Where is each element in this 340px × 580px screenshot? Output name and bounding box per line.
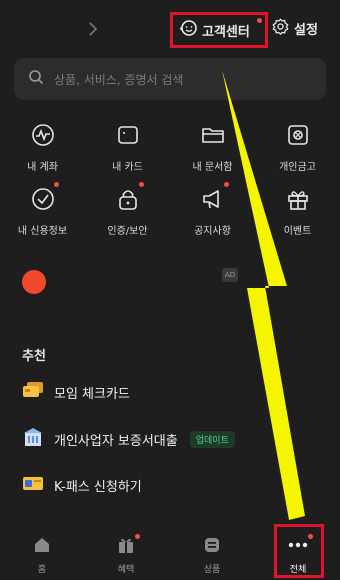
nav-home[interactable]: 홈: [12, 536, 72, 575]
recommend-item-kpass[interactable]: K-패스 신청하기: [22, 474, 142, 496]
kpass-card-icon: [22, 474, 44, 496]
menu-label: 내 계좌: [27, 162, 58, 173]
menu-label: 개인금고: [279, 162, 316, 173]
chevron-right-icon[interactable]: [86, 18, 100, 40]
menu-label: 내 카드: [112, 162, 143, 173]
app-screen: 고객센터 설정 상품, 서비스, 증명서 검색 내 계좌 내 카드 내 문서함 …: [0, 0, 340, 580]
recommend-label: K-패스 신청하기: [54, 479, 142, 495]
settings-button[interactable]: 설정: [272, 18, 318, 39]
menu-label: 인증/보안: [107, 226, 148, 237]
nav-label: 상품: [203, 565, 221, 575]
menu-label: 내 신용정보: [17, 226, 68, 237]
search-placeholder: 상품, 서비스, 증명서 검색: [54, 72, 184, 87]
nav-products[interactable]: 상품: [182, 536, 242, 575]
gift-icon: [285, 186, 311, 212]
ad-badge: AD: [222, 268, 238, 282]
settings-label: 설정: [294, 23, 318, 38]
highlight-box-all-menu: [274, 524, 324, 578]
menu-label: 공지사항: [194, 226, 231, 237]
menu-item-auth-security[interactable]: 인증/보안: [85, 182, 170, 246]
menu-item-credit-info[interactable]: 내 신용정보: [0, 182, 85, 246]
recommend-item-group-card[interactable]: 모임 체크카드: [22, 381, 130, 403]
megaphone-icon: [200, 182, 229, 212]
recommend-label: 개인사업자 보증서대출: [54, 433, 178, 449]
home-icon: [33, 536, 51, 558]
nav-benefits[interactable]: 혜택: [96, 534, 156, 575]
menu-item-my-card[interactable]: 내 카드: [85, 122, 170, 182]
menu-label: 이벤트: [283, 226, 312, 237]
folder-icon: [200, 122, 226, 148]
products-icon: [203, 536, 221, 558]
menu-item-notices[interactable]: 공지사항: [170, 182, 255, 246]
notification-dot: [135, 534, 140, 539]
recommend-item-business-loan[interactable]: 개인사업자 보증서대출 업데이트: [22, 427, 235, 451]
nav-label: 홈: [37, 565, 47, 575]
menu-item-my-documents[interactable]: 내 문서함: [170, 122, 255, 182]
card-icon: [115, 122, 141, 148]
card-stack-icon: [22, 381, 44, 403]
search-bar[interactable]: 상품, 서비스, 증명서 검색: [14, 58, 326, 100]
building-icon: [22, 427, 44, 451]
notification-dot: [138, 182, 144, 187]
menu-item-events[interactable]: 이벤트: [255, 186, 340, 246]
menu-label: 내 문서함: [192, 162, 233, 173]
account-chart-icon: [30, 122, 56, 148]
menu-item-personal-safe[interactable]: 개인금고: [255, 122, 340, 182]
menu-item-my-account[interactable]: 내 계좌: [0, 122, 85, 182]
highlight-box-customer-center: [170, 12, 268, 48]
promo-red-circle[interactable]: [22, 270, 46, 294]
notification-dot: [223, 182, 229, 187]
recommend-label: 모임 체크카드: [54, 386, 130, 402]
recommend-section-title: 추천: [22, 349, 46, 364]
lock-icon: [115, 182, 144, 212]
benefit-gift-icon: [117, 534, 140, 558]
safe-icon: [285, 122, 311, 148]
notification-dot: [53, 182, 59, 187]
update-badge: 업데이트: [189, 430, 235, 448]
nav-label: 혜택: [117, 565, 135, 575]
gear-icon: [272, 18, 289, 39]
credit-check-icon: [30, 182, 59, 212]
search-icon: [28, 69, 44, 89]
